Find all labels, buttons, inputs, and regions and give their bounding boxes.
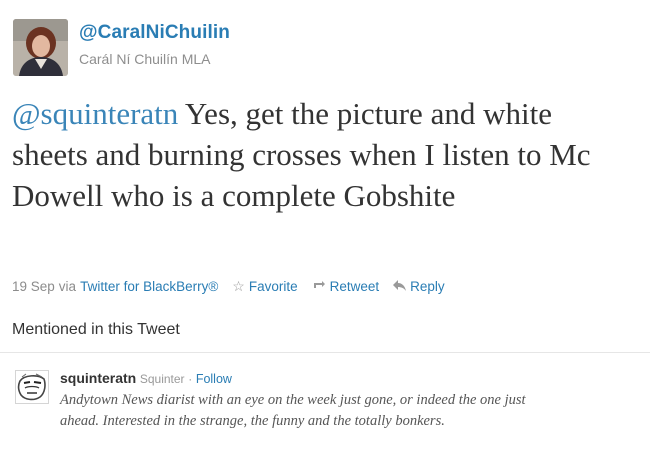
retweet-icon [312,278,326,294]
client-link[interactable]: Twitter for BlackBerry® [80,279,218,294]
tweet-text: @squinteratn Yes, get the picture and wh… [12,93,632,216]
follow-button[interactable]: Follow [196,372,232,386]
retweet-button[interactable]: Retweet [312,278,380,294]
reply-button[interactable]: Reply [393,278,445,294]
mentioned-user-bio: Andytown News diarist with an eye on the… [60,392,526,429]
mentioned-heading: Mentioned in this Tweet [12,321,180,338]
mentioned-user-line: squinteratn Squinter · Follow [60,370,232,386]
mentioned-user-avatar[interactable] [15,370,49,404]
reply-icon [393,278,407,294]
mentioned-realname: Squinter [139,372,185,386]
tweet-date[interactable]: 19 Sep [12,279,55,294]
separator-dot: · [188,372,193,386]
tweet-meta: 19 Sep via Twitter for BlackBerry® ☆ Fav… [12,277,445,295]
mentioned-user-card: squinteratn Squinter · Follow Andytown N… [0,353,650,457]
via-label: via [58,278,77,294]
sketch-avatar-icon [16,371,48,403]
mentioned-username[interactable]: squinteratn [60,370,136,386]
profile-photo-icon [13,19,68,76]
author-name: Carál Ní Chuilín MLA [79,51,211,67]
retweet-label: Retweet [329,278,380,294]
reply-label: Reply [410,278,445,294]
favorite-button[interactable]: ☆ Favorite [232,278,297,295]
tweet-card: @CaralNiChuilin Carál Ní Chuilín MLA @sq… [0,0,650,457]
favorite-label: Favorite [248,278,298,294]
author-avatar[interactable] [13,19,68,76]
star-icon: ☆ [232,277,245,294]
author-handle[interactable]: @CaralNiChuilin [79,22,230,44]
tweet-mention-link[interactable]: @squinteratn [12,96,178,131]
